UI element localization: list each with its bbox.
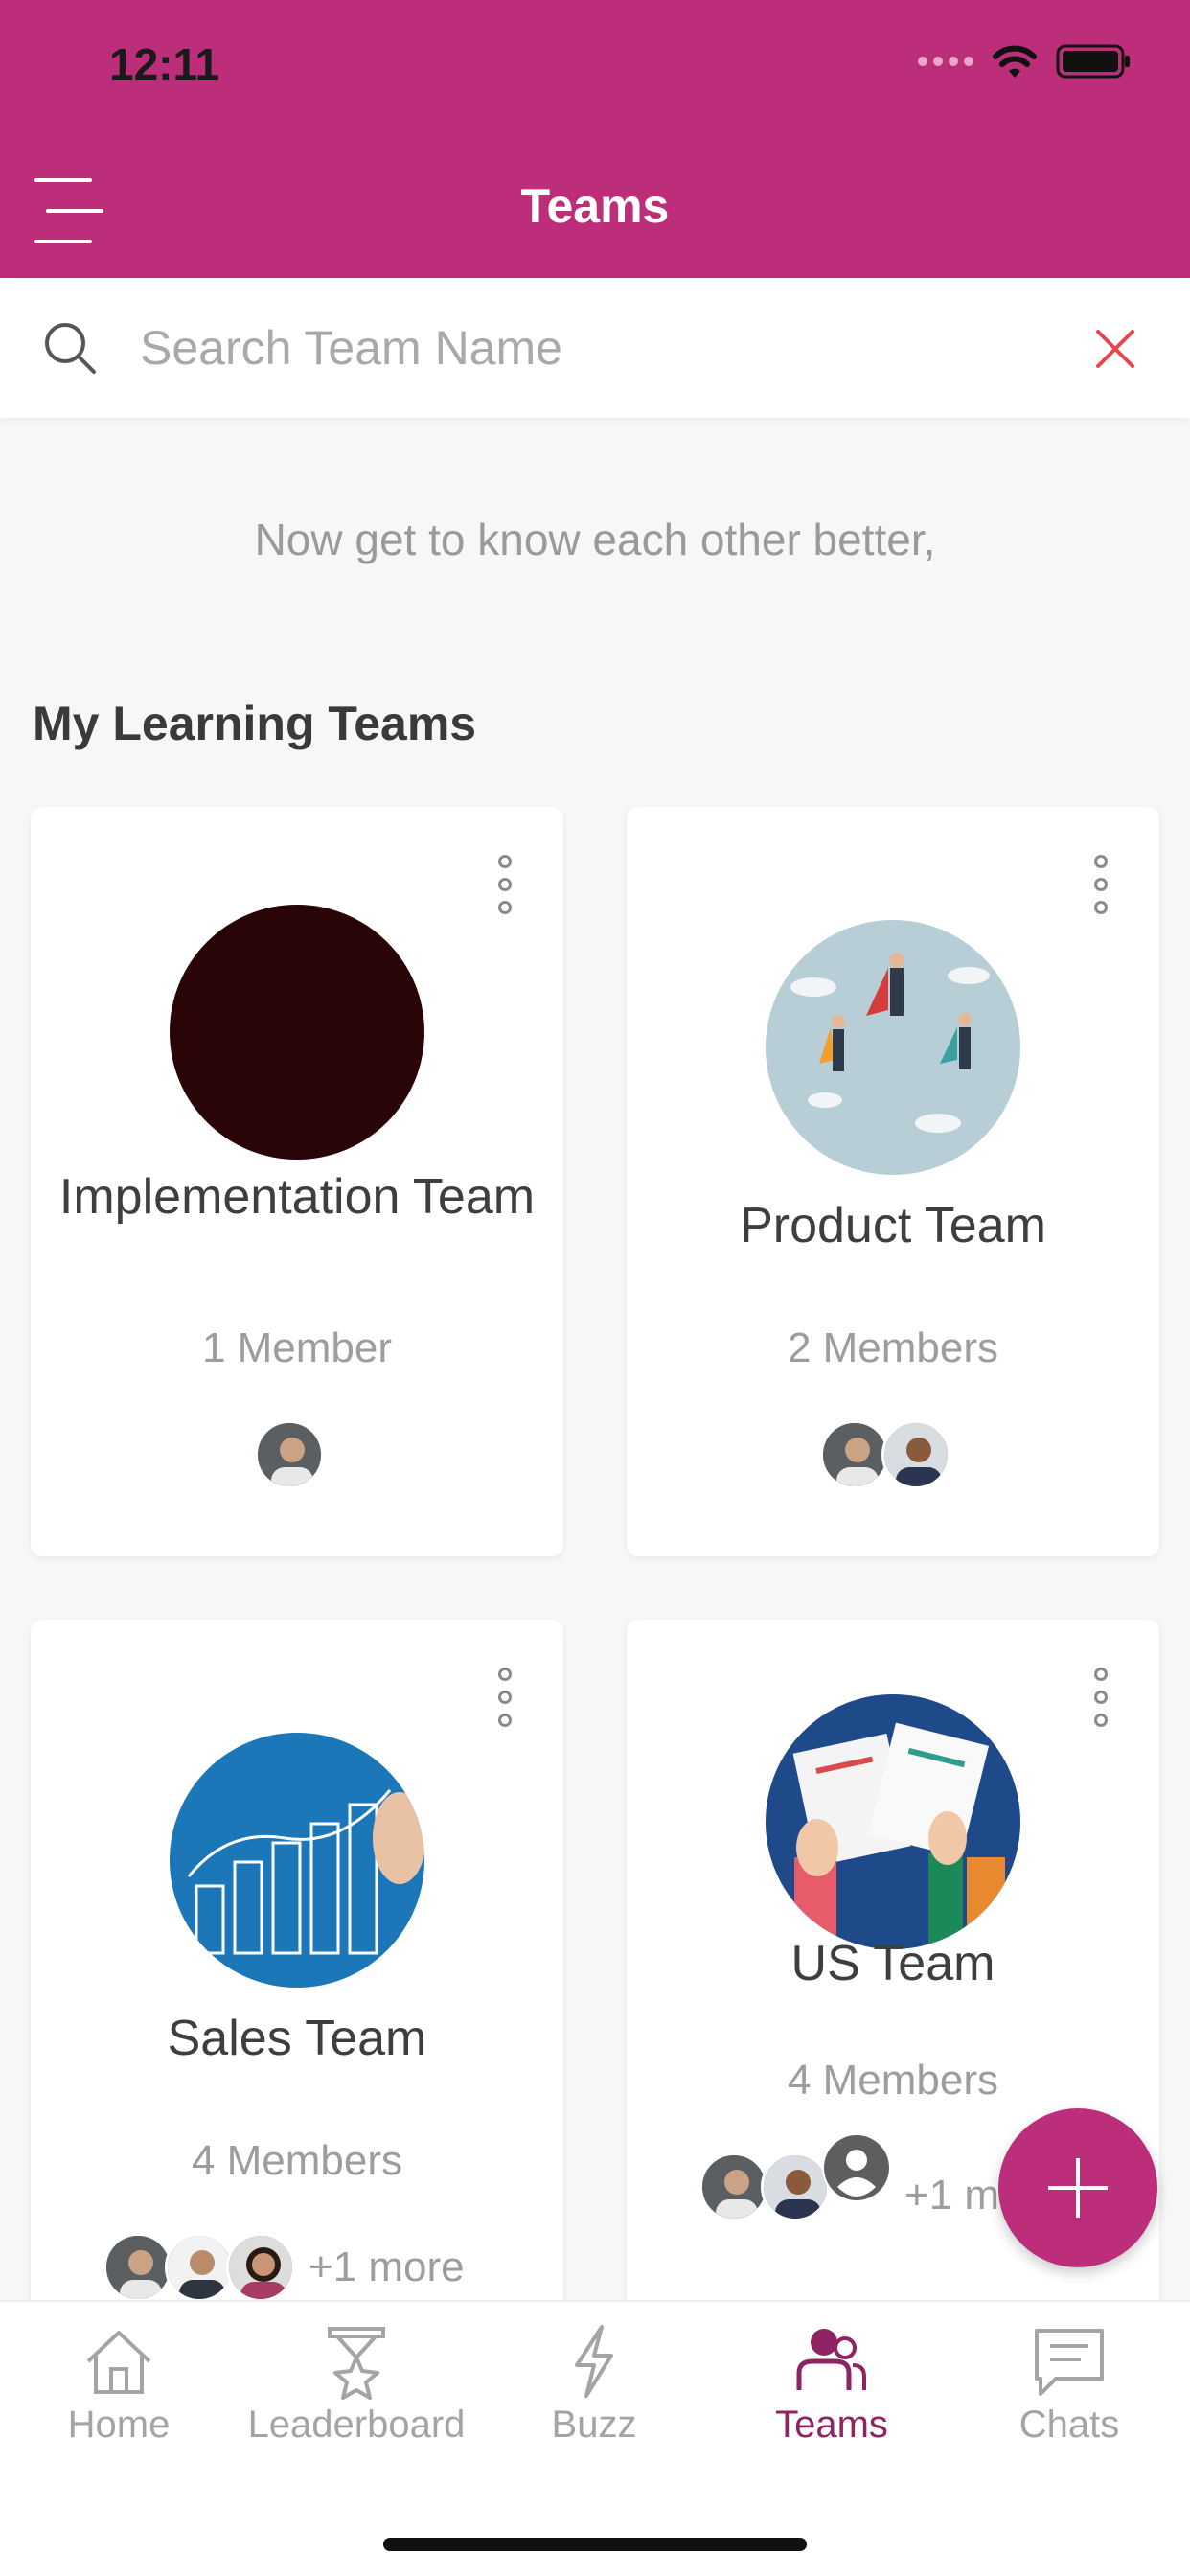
close-icon[interactable] xyxy=(1088,322,1142,376)
tab-label: Teams xyxy=(775,2404,888,2446)
home-indicator xyxy=(383,2538,807,2551)
buzz-icon xyxy=(575,2325,613,2398)
tab-label: Leaderboard xyxy=(247,2404,466,2446)
team-card-product[interactable]: Product Team 2 Members xyxy=(627,807,1159,1556)
app-header: 12:11 Teams xyxy=(0,0,1190,278)
team-name: Sales Team xyxy=(167,2011,427,2066)
user-placeholder-icon xyxy=(822,2133,891,2202)
tab-buzz[interactable]: Buzz xyxy=(475,2323,713,2447)
team-image xyxy=(766,1694,1020,1949)
tab-label: Home xyxy=(67,2404,171,2446)
tab-label: Chats xyxy=(1018,2404,1120,2446)
member-count: 1 Member xyxy=(201,1324,393,1371)
battery-icon xyxy=(1056,44,1130,79)
search-bar xyxy=(0,278,1190,418)
wifi-icon xyxy=(993,45,1037,78)
signal-icon xyxy=(918,57,973,66)
member-count: 4 Members xyxy=(787,2057,999,2104)
team-name: US Team xyxy=(790,1936,995,1991)
search-icon xyxy=(45,323,96,374)
member-avatars: +1 more xyxy=(103,2233,465,2302)
avatar xyxy=(881,1420,950,1489)
tagline: Now get to know each other better, xyxy=(254,515,936,564)
team-name: Implementation Team xyxy=(58,1169,536,1225)
more-members-text: +1 more xyxy=(309,2243,465,2290)
search-input[interactable] xyxy=(140,316,1050,380)
home-icon xyxy=(86,2331,151,2394)
tab-home[interactable]: Home xyxy=(0,2323,238,2447)
team-name: Product Team xyxy=(740,1198,1046,1254)
tab-label: Buzz xyxy=(551,2404,637,2446)
avatar xyxy=(255,1420,324,1489)
more-options-icon[interactable] xyxy=(496,855,515,918)
tab-chats[interactable]: Chats xyxy=(950,2323,1188,2447)
member-count: 4 Members xyxy=(191,2137,403,2184)
more-options-icon[interactable] xyxy=(496,1668,515,1731)
tab-teams[interactable]: Teams xyxy=(713,2323,950,2447)
avatar xyxy=(761,2152,830,2221)
status-icons xyxy=(918,42,1133,80)
status-time: 12:11 xyxy=(109,39,220,89)
more-options-icon[interactable] xyxy=(1092,1668,1111,1731)
bottom-tab-bar: Home Leaderboard Buzz Teams Chats xyxy=(0,2300,1190,2576)
avatar xyxy=(226,2233,295,2302)
chats-icon xyxy=(1035,2329,1104,2396)
team-image xyxy=(766,920,1020,1175)
team-card-sales[interactable]: Sales Team 4 Members +1 more xyxy=(31,1620,563,2348)
teams-icon xyxy=(796,2329,866,2390)
member-count: 2 Members xyxy=(787,1324,999,1371)
avatar xyxy=(699,2152,768,2221)
team-image xyxy=(170,905,424,1160)
tab-leaderboard[interactable]: Leaderboard xyxy=(238,2323,475,2447)
add-team-button[interactable] xyxy=(998,2108,1157,2267)
section-title: My Learning Teams xyxy=(33,697,477,750)
team-image xyxy=(170,1733,424,1988)
avatar xyxy=(820,1420,889,1489)
more-options-icon[interactable] xyxy=(1092,855,1111,918)
member-avatars xyxy=(820,1420,950,1489)
avatar xyxy=(103,2233,172,2302)
avatar xyxy=(165,2233,234,2302)
team-card-implementation[interactable]: Implementation Team 1 Member xyxy=(31,807,563,1556)
member-avatars xyxy=(255,1420,324,1489)
page-title: Teams xyxy=(520,179,670,233)
leaderboard-icon xyxy=(328,2327,385,2400)
